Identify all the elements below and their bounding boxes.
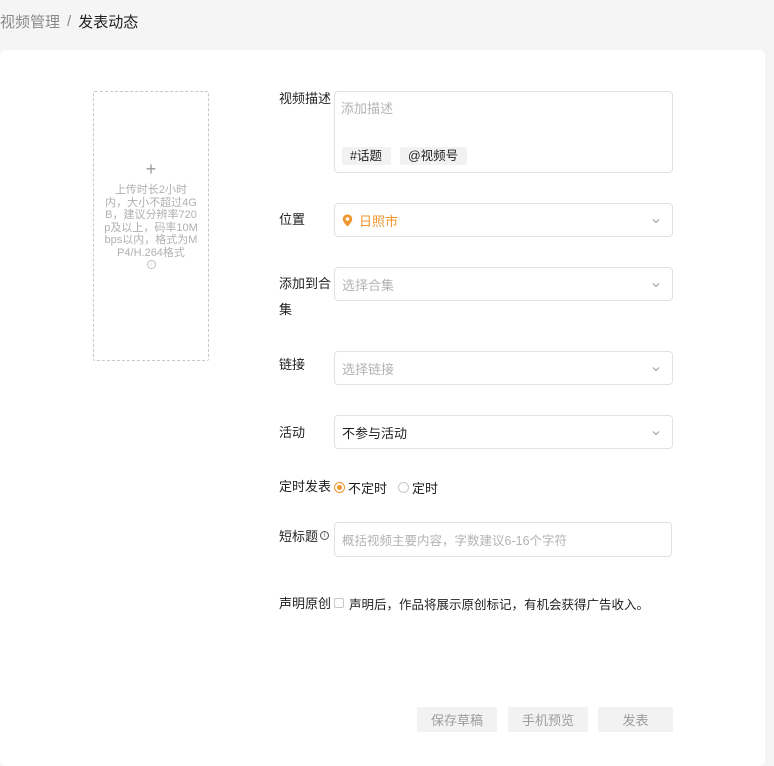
short-title-label-row: 短标题 i bbox=[279, 528, 330, 546]
radio-no-schedule[interactable]: 不定时 bbox=[334, 478, 387, 497]
short-title-input[interactable]: 概括视频主要内容，字数建议6-16个字符 bbox=[334, 522, 672, 557]
original-checkbox[interactable] bbox=[334, 598, 344, 608]
radio-no-schedule-label: 不定时 bbox=[348, 480, 388, 496]
original-label: 声明原创 bbox=[279, 596, 332, 611]
upload-hint: 上传时长2小时内，大小不超过4GB，建议分辨率720p及以上，码率10Mbps以… bbox=[104, 184, 198, 259]
collection-placeholder: 选择合集 bbox=[342, 277, 395, 293]
link-label: 链接 bbox=[279, 357, 306, 372]
breadcrumb-current: 发表动态 bbox=[78, 13, 139, 31]
radio-scheduled-label: 定时 bbox=[412, 480, 439, 496]
collection-select[interactable]: 选择合集 bbox=[334, 267, 673, 301]
short-title-label: 短标题 bbox=[279, 529, 319, 544]
collection-label: 添加到合集 bbox=[279, 276, 332, 317]
description-textarea[interactable]: 添加描述 #话题 @视频号 bbox=[334, 91, 673, 173]
schedule-label: 定时发表 bbox=[279, 479, 332, 494]
chevron-down-icon bbox=[652, 283, 660, 288]
description-label: 视频描述 bbox=[279, 91, 332, 106]
breadcrumb-separator: / bbox=[67, 12, 72, 30]
radio-unchecked-icon bbox=[398, 481, 410, 493]
info-icon[interactable]: i bbox=[146, 260, 156, 269]
mobile-preview-button[interactable]: 手机预览 bbox=[508, 707, 588, 732]
activity-value: 不参与活动 bbox=[342, 425, 408, 441]
breadcrumb: 视频管理 / 发表动态 bbox=[0, 10, 138, 32]
activity-label: 活动 bbox=[279, 425, 306, 440]
info-icon[interactable]: i bbox=[320, 531, 330, 540]
radio-scheduled[interactable]: 定时 bbox=[398, 478, 438, 497]
radio-checked-icon bbox=[334, 481, 345, 493]
location-pin-icon bbox=[342, 214, 353, 226]
link-placeholder: 选择链接 bbox=[342, 361, 395, 377]
breadcrumb-parent-link[interactable]: 视频管理 bbox=[0, 11, 60, 32]
save-draft-button[interactable]: 保存草稿 bbox=[417, 707, 497, 732]
location-label: 位置 bbox=[279, 212, 306, 227]
location-value: 日照市 bbox=[359, 213, 399, 229]
chevron-down-icon bbox=[652, 431, 660, 436]
original-text: 声明后，作品将展示原创标记，有机会获得广告收入。 bbox=[349, 597, 650, 612]
location-select[interactable]: 日照市 bbox=[334, 203, 673, 237]
original-row: 声明后，作品将展示原创标记，有机会获得广告收入。 bbox=[334, 594, 649, 612]
plus-icon: + bbox=[145, 159, 157, 179]
description-placeholder: 添加描述 bbox=[341, 101, 394, 116]
video-upload-area[interactable]: + 上传时长2小时内，大小不超过4GB，建议分辨率720p及以上，码率10Mbp… bbox=[93, 91, 209, 361]
chevron-down-icon bbox=[652, 367, 660, 372]
mention-tag-button[interactable]: @视频号 bbox=[399, 147, 468, 165]
chevron-down-icon bbox=[652, 219, 660, 224]
topic-tag-button[interactable]: #话题 bbox=[342, 147, 391, 165]
description-tags: #话题 @视频号 bbox=[342, 147, 468, 165]
publish-button[interactable]: 发表 bbox=[598, 707, 673, 732]
link-select[interactable]: 选择链接 bbox=[334, 351, 673, 385]
schedule-radio-group: 不定时 定时 bbox=[334, 478, 449, 496]
activity-select[interactable]: 不参与活动 bbox=[334, 415, 673, 449]
